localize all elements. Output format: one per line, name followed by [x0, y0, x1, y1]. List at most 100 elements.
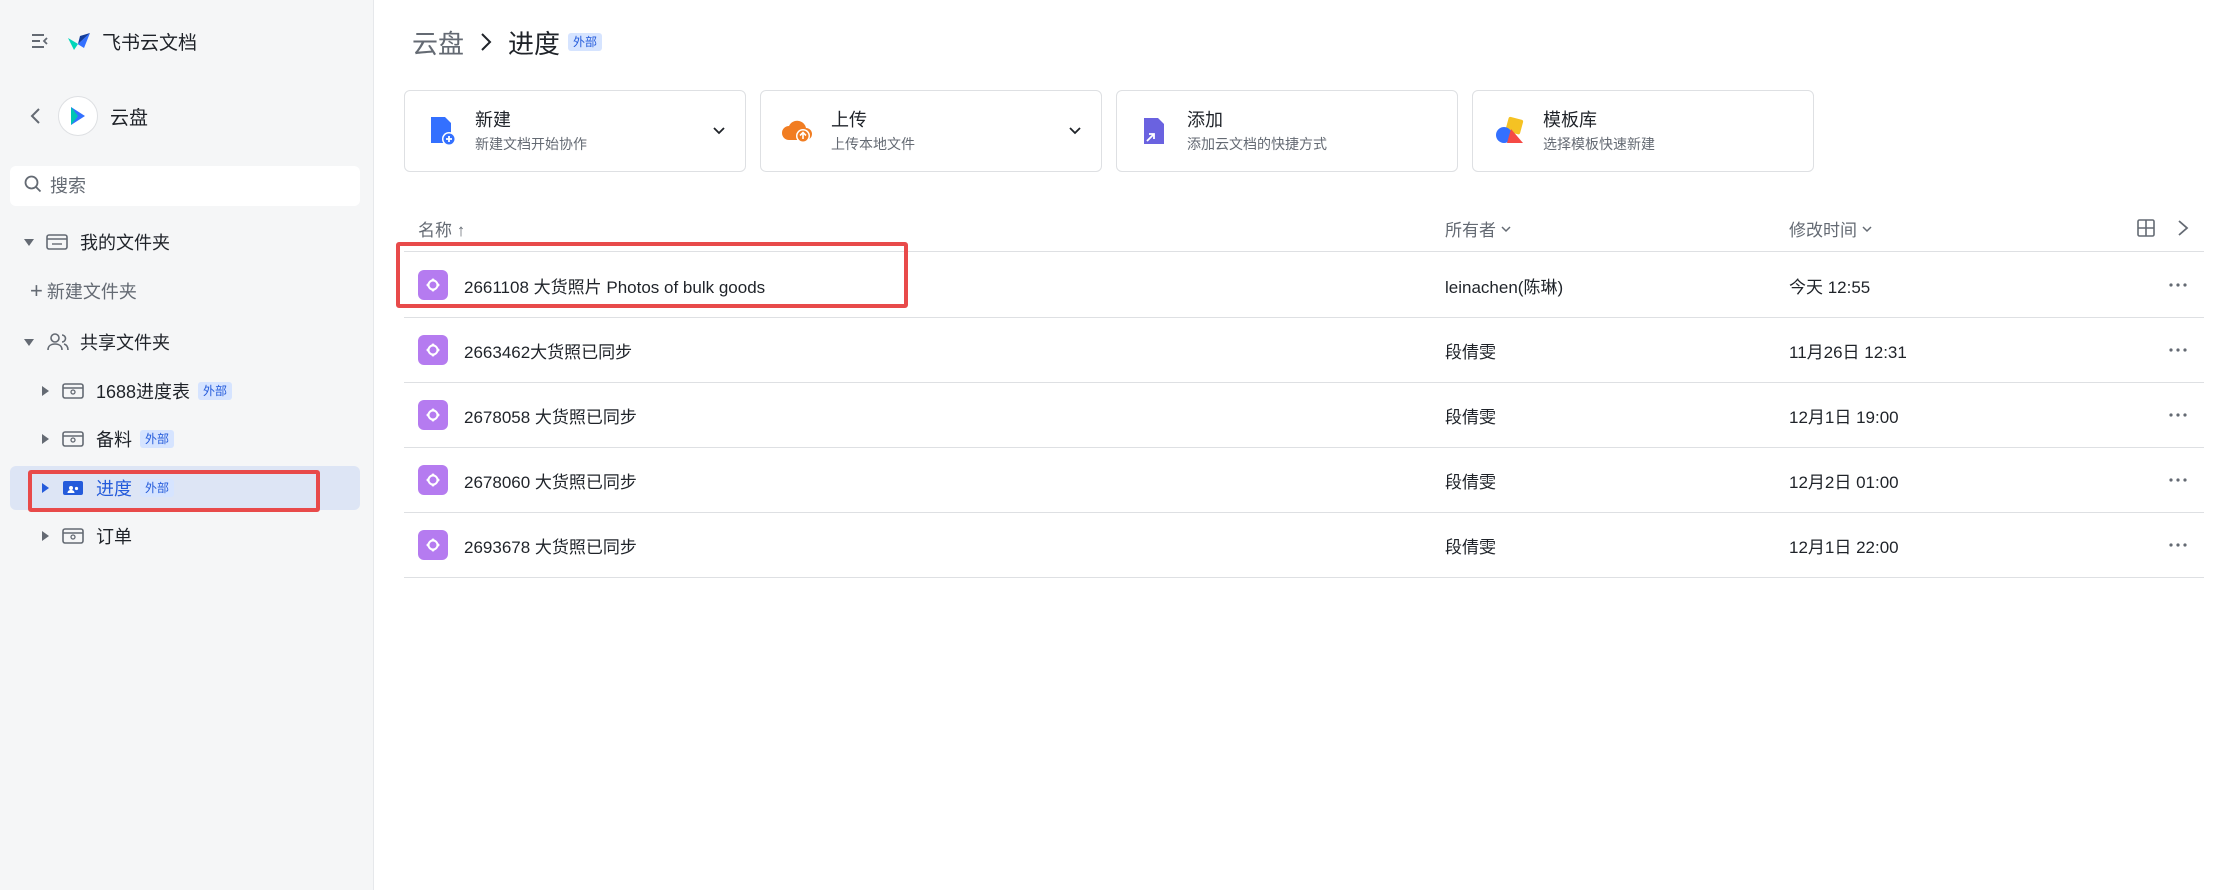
column-modified-label: 修改时间	[1789, 221, 1857, 240]
plus-icon: +	[30, 278, 43, 303]
search-input[interactable]	[50, 175, 340, 197]
feishu-logo-icon	[66, 30, 92, 52]
owner: 段倩雯	[1445, 407, 1496, 427]
shared-folder-icon	[62, 526, 86, 546]
expand-arrow-icon[interactable]	[38, 531, 52, 541]
card-subtitle: 新建文档开始协作	[475, 136, 587, 152]
table-row[interactable]: 2678060 大货照已同步 段倩雯 12月2日 01:00	[404, 448, 2204, 513]
external-badge: 外部	[140, 479, 175, 497]
modified-time: 12月1日 19:00	[1789, 407, 1899, 427]
breadcrumb: 云盘 进度 外部	[412, 22, 603, 62]
quick-actions: 新建 新建文档开始协作 上传 上传本地文件 添加 添加云文档的快捷方式 模板库 …	[404, 90, 1828, 172]
column-owner-label: 所有者	[1445, 221, 1496, 240]
back-icon[interactable]	[26, 105, 44, 127]
card-subtitle: 添加云文档的快捷方式	[1187, 136, 1327, 152]
sidebar: 飞书云文档 云盘 我的文件夹 + 新建文件夹 共享文件夹	[0, 0, 374, 890]
new-card[interactable]: 新建 新建文档开始协作	[404, 90, 746, 172]
file-icon	[418, 465, 448, 495]
folder-icon	[46, 232, 70, 252]
tree-shared-folder[interactable]: 共享文件夹	[22, 322, 170, 362]
tree-label: 进度	[96, 479, 132, 499]
shared-folder-icon	[62, 381, 86, 401]
new-doc-icon	[425, 114, 459, 148]
sidebar-item-1688[interactable]: 1688进度表 外部	[38, 371, 233, 411]
modified-time: 12月2日 01:00	[1789, 472, 1899, 492]
chevron-down-icon	[1501, 225, 1511, 232]
card-subtitle: 上传本地文件	[831, 136, 915, 152]
shortcut-icon	[1137, 114, 1171, 148]
breadcrumb-root[interactable]: 云盘	[412, 24, 464, 61]
file-icon	[418, 530, 448, 560]
table-row[interactable]: 2663462大货照已同步 段倩雯 11月26日 12:31	[404, 318, 2204, 383]
template-icon	[1493, 114, 1527, 148]
file-name[interactable]: 2678060 大货照已同步	[464, 468, 637, 493]
column-modified-header[interactable]: 修改时间	[1789, 216, 1874, 241]
file-name[interactable]: 2678058 大货照已同步	[464, 403, 637, 428]
shared-folder-icon	[62, 429, 86, 449]
table-row[interactable]: 2693678 大货照已同步 段倩雯 12月1日 22:00	[404, 513, 2204, 578]
shared-users-icon	[46, 332, 70, 352]
more-options-icon[interactable]	[2166, 535, 2190, 555]
file-name[interactable]: 2693678 大货照已同步	[464, 533, 637, 558]
chevron-down-icon[interactable]	[711, 123, 727, 139]
grid-view-icon[interactable]	[2136, 218, 2156, 238]
column-name-header[interactable]: 名称 ↑	[418, 216, 465, 241]
owner: 段倩雯	[1445, 472, 1496, 492]
upload-card[interactable]: 上传 上传本地文件	[760, 90, 1102, 172]
tree-label: 共享文件夹	[80, 333, 170, 353]
breadcrumb-current: 进度	[508, 28, 561, 59]
tree-my-folder[interactable]: 我的文件夹	[22, 222, 170, 262]
modified-time: 今天 12:55	[1789, 277, 1871, 297]
table-row[interactable]: 2678058 大货照已同步 段倩雯 12月1日 19:00	[404, 383, 2204, 448]
more-options-icon[interactable]	[2166, 340, 2190, 360]
upload-cloud-icon	[781, 114, 815, 148]
sidebar-item-dingdan[interactable]: 订单	[38, 516, 132, 556]
template-card[interactable]: 模板库 选择模板快速新建	[1472, 90, 1814, 172]
chevron-right-icon	[476, 30, 496, 54]
new-folder-label: 新建文件夹	[46, 282, 137, 302]
file-icon	[418, 400, 448, 430]
file-name[interactable]: 2661108 大货照片 Photos of bulk goods	[464, 273, 765, 298]
search-box[interactable]	[10, 166, 360, 206]
modified-time: 12月1日 22:00	[1789, 537, 1899, 557]
table-header: 名称 ↑ 所有者 修改时间	[404, 210, 2204, 252]
chevron-down-icon[interactable]	[1067, 123, 1083, 139]
shared-folder-active-icon	[62, 478, 86, 498]
expand-arrow-icon[interactable]	[22, 238, 36, 246]
more-options-icon[interactable]	[2166, 275, 2190, 295]
more-options-icon[interactable]	[2166, 470, 2190, 490]
owner: 段倩雯	[1445, 342, 1496, 362]
app-title: 飞书云文档	[102, 32, 198, 54]
sidebar-item-jindu[interactable]: 进度 外部	[38, 468, 175, 508]
collapse-sidebar-icon[interactable]	[28, 29, 52, 53]
expand-arrow-icon[interactable]	[38, 434, 52, 444]
table-row[interactable]: 2661108 大货照片 Photos of bulk goods leinac…	[404, 253, 2204, 318]
expand-arrow-icon[interactable]	[38, 483, 52, 493]
expand-arrow-icon[interactable]	[22, 338, 36, 346]
chevron-down-icon	[1862, 225, 1872, 232]
tree-label: 我的文件夹	[80, 233, 170, 253]
file-name[interactable]: 2663462大货照已同步	[464, 338, 632, 363]
external-badge: 外部	[140, 430, 175, 448]
card-title: 上传	[831, 110, 867, 130]
expand-arrow-icon[interactable]	[38, 386, 52, 396]
sidebar-item-beiliao[interactable]: 备料 外部	[38, 419, 175, 459]
column-owner-header[interactable]: 所有者	[1445, 216, 1513, 241]
external-badge: 外部	[198, 382, 233, 400]
tree-label: 备料	[96, 430, 132, 450]
card-subtitle: 选择模板快速新建	[1543, 136, 1655, 152]
main-content: 云盘 进度 外部 新建 新建文档开始协作 上传 上传本地文件 添加 添加云文档的…	[374, 0, 2240, 890]
file-icon	[418, 335, 448, 365]
column-name-label: 名称 ↑	[418, 221, 466, 240]
modified-time: 11月26日 12:31	[1789, 342, 1907, 362]
app-header: 飞书云文档	[28, 26, 197, 56]
more-options-icon[interactable]	[2166, 405, 2190, 425]
search-icon	[24, 175, 42, 198]
owner: leinachen(陈琳)	[1445, 277, 1564, 297]
chevron-right-icon[interactable]	[2176, 218, 2190, 238]
tree-label: 1688进度表	[96, 382, 191, 402]
add-shortcut-card[interactable]: 添加 添加云文档的快捷方式	[1116, 90, 1458, 172]
drive-header: 云盘	[26, 96, 148, 136]
owner: 段倩雯	[1445, 537, 1496, 557]
new-folder-button[interactable]: + 新建文件夹	[30, 276, 137, 306]
